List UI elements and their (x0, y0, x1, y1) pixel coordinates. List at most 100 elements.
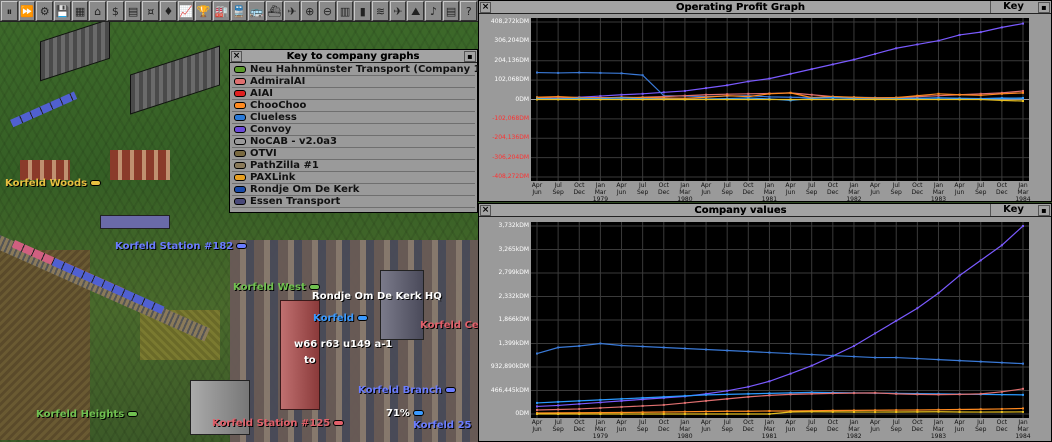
towns-button[interactable]: ⌂ (89, 1, 107, 21)
data-point (810, 98, 813, 101)
x-tick-label: Apr Jun (526, 182, 548, 196)
settings-button[interactable]: ⚙ (36, 1, 54, 21)
station-label[interactable]: Korfeld Station #125 (212, 418, 345, 429)
subsidies-button[interactable]: $ (107, 1, 124, 21)
company-color-swatch (234, 78, 246, 85)
key-button[interactable]: Key (990, 1, 1036, 13)
data-point (937, 292, 940, 295)
data-point (768, 95, 771, 98)
x-tick-label: Jan Mar 1982 (843, 419, 865, 440)
label-text: Korfeld West (233, 282, 306, 293)
x-tick-month-start: Oct (743, 182, 754, 189)
sticky-pin-icon[interactable]: ▪ (1038, 204, 1050, 216)
fast-forward-button[interactable]: ⏩ (18, 1, 36, 21)
x-tick-year: 1981 (761, 433, 778, 440)
key-button[interactable]: Key (990, 204, 1036, 216)
close-icon[interactable]: × (480, 1, 491, 13)
data-point (916, 98, 919, 101)
data-point (557, 98, 560, 101)
build-water-button[interactable]: ≋ (372, 1, 389, 21)
trains-button[interactable]: 🚆 (230, 1, 248, 21)
station-label[interactable]: Korfeld (313, 313, 369, 324)
x-tick-month-end: Jun (701, 189, 711, 196)
zoom-in-button[interactable]: ⊕ (301, 1, 319, 21)
road-vehicles-button[interactable]: 🚌 (248, 1, 266, 21)
company-key-row[interactable]: Clueless (232, 112, 475, 124)
company-key-row[interactable]: OTVI (232, 148, 475, 160)
data-point (705, 393, 708, 396)
x-tick-month-start: Jan (849, 182, 859, 189)
industries-button[interactable]: 🏭 (213, 1, 230, 21)
x-tick-month-end: Dec (742, 426, 755, 433)
company-key-row[interactable]: Essen Transport (232, 196, 475, 208)
x-tick-month-end: Jun (785, 189, 796, 196)
station-label[interactable]: Korfeld Station #182 (115, 241, 248, 252)
window-titlebar[interactable]: × Operating Profit Graph Key ▪ (479, 1, 1051, 14)
x-tick-label: Oct Dec (822, 419, 844, 433)
sound-button[interactable]: ♪ (425, 1, 442, 21)
chart-svg (531, 18, 1029, 181)
aircraft-button[interactable]: ✈ (283, 1, 301, 21)
data-point (810, 410, 813, 413)
minimap-button[interactable]: ▦ (71, 1, 89, 21)
hq-label[interactable]: Rondje Om De Kerk HQ (312, 291, 442, 302)
build-air-button[interactable]: ✈ (389, 1, 407, 21)
company-key-row[interactable]: Neu Hahnmünster Transport (Company 1) (232, 64, 485, 76)
window-titlebar[interactable]: × Key to company graphs ▪ (230, 50, 477, 63)
finances-button[interactable]: ¤ (142, 1, 160, 21)
station-label[interactable]: Korfeld Cen (420, 320, 480, 331)
league-button[interactable]: 🏆 (195, 1, 213, 21)
help-button[interactable]: ? (460, 1, 478, 21)
window-titlebar[interactable]: × Company values Key ▪ (479, 204, 1051, 217)
landscaping-button[interactable]: ⛰ (407, 1, 425, 21)
company-name: Convoy (250, 124, 292, 135)
data-point (641, 404, 644, 407)
zoom-out-button[interactable]: ⊖ (319, 1, 336, 21)
town-label[interactable]: Korfeld Woods (5, 178, 102, 189)
company-key-row[interactable]: Convoy (232, 124, 475, 136)
stations-button[interactable]: ▤ (124, 1, 142, 21)
x-tick-month-end: Sep (975, 189, 987, 196)
x-tick-month-start: Oct (574, 419, 585, 426)
company-values-graph-window[interactable]: × Company values Key ▪ 3,732kDM 3,265kDM 2… (478, 203, 1052, 442)
company-key-row[interactable]: AIAI (232, 88, 475, 100)
station-label[interactable]: Korfeld Heights (36, 409, 139, 420)
company-key-window[interactable]: × Key to company graphs ▪ Neu Hahnmünste… (229, 49, 485, 213)
station-label[interactable]: Korfeld West (233, 282, 320, 293)
graphs-button[interactable]: 📈 (177, 1, 195, 21)
data-point (895, 409, 898, 412)
league-icon: 🏆 (196, 4, 211, 18)
x-tick-year: 1981 (761, 196, 778, 203)
pause-button[interactable]: ⏸ (1, 1, 18, 21)
build-road-button[interactable]: ▮ (354, 1, 372, 21)
data-point (599, 342, 602, 345)
build-rail-button[interactable]: ▥ (336, 1, 354, 21)
save-button[interactable]: 💾 (54, 1, 71, 21)
x-tick-month-end: Sep (806, 189, 818, 196)
x-tick-month-start: Jan (764, 419, 775, 426)
close-icon[interactable]: × (480, 204, 491, 216)
x-tick-month-start: Jan (933, 419, 944, 426)
window-title: Key to company graphs (286, 50, 420, 62)
data-point (768, 409, 771, 412)
company-key-row[interactable]: PAXLink (232, 172, 475, 184)
company-key-row[interactable]: PathZilla #1 (232, 160, 475, 172)
news-button[interactable]: ▤ (442, 1, 460, 21)
operating-profit-graph-window[interactable]: × Operating Profit Graph Key ▪ 408,272kD… (478, 0, 1052, 203)
company-key-row[interactable]: NoCAB - v2.0a3 (232, 136, 475, 148)
sticky-pin-icon[interactable]: ▪ (1038, 1, 1050, 13)
station-label[interactable]: Korfeld 25 (413, 420, 472, 431)
station-label[interactable]: Korfeld Branch (358, 385, 457, 396)
close-icon[interactable]: × (231, 50, 242, 62)
x-tick-month-end: Mar (763, 189, 776, 196)
ships-button[interactable]: ⛴ (266, 1, 283, 21)
company-key-row[interactable]: AdmiralAI (232, 76, 475, 88)
data-point (937, 410, 940, 413)
x-tick-month-end: Mar (763, 426, 776, 433)
company-button[interactable]: ♦ (160, 1, 177, 21)
sticky-pin-icon[interactable]: ▪ (464, 50, 476, 62)
data-point (1022, 96, 1024, 99)
company-key-row[interactable]: ChooChoo (232, 100, 475, 112)
x-tick-label: Jan Mar 1982 (843, 182, 865, 203)
company-key-row[interactable]: Rondje Om De Kerk (232, 184, 475, 196)
